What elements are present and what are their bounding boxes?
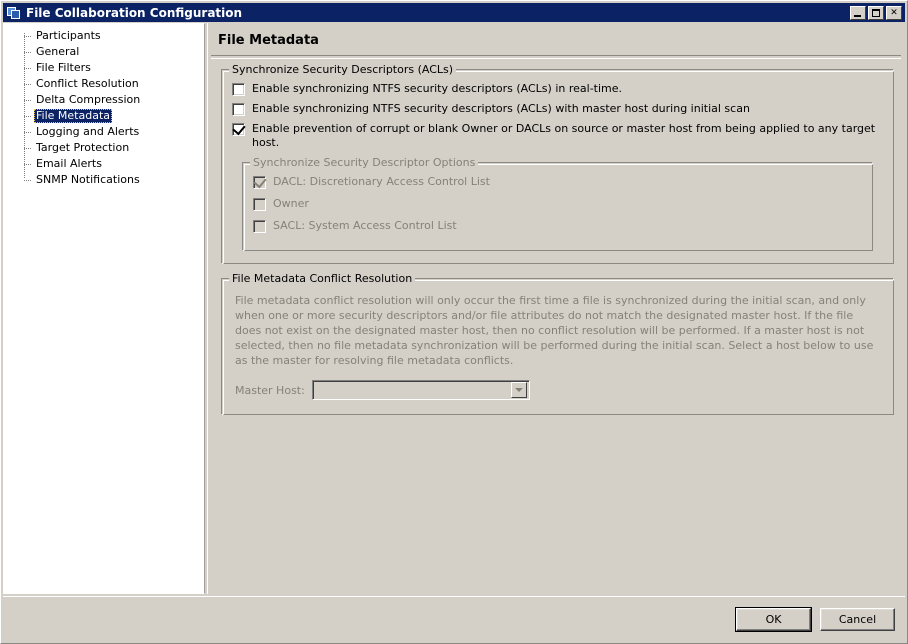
- sidebar-item-target-protection[interactable]: Target Protection: [4, 140, 204, 156]
- checkbox-owner: Owner: [253, 197, 862, 211]
- tree-branch-icon: [24, 180, 32, 181]
- master-host-select[interactable]: [311, 380, 530, 400]
- checkbox-label: Enable synchronizing NTFS security descr…: [252, 82, 623, 95]
- tree-branch-icon: [24, 148, 32, 149]
- sidebar-item-general[interactable]: General: [4, 44, 204, 60]
- acl-group: Synchronize Security Descriptors (ACLs) …: [221, 63, 894, 264]
- dialog-footer: OK Cancel: [3, 596, 905, 642]
- conflict-resolution-description: File metadata conflict resolution will o…: [235, 294, 874, 367]
- checkbox-icon-checked-disabled: [253, 174, 267, 189]
- sidebar-item-label: Delta Compression: [36, 93, 141, 106]
- checkbox-acl-realtime[interactable]: Enable synchronizing NTFS security descr…: [232, 82, 883, 96]
- minimize-button[interactable]: [850, 5, 866, 20]
- tree-branch-icon: [24, 132, 32, 133]
- ok-button[interactable]: OK: [735, 607, 812, 632]
- checkbox-prevent-corrupt-acl[interactable]: Enable prevention of corrupt or blank Ow…: [232, 121, 883, 150]
- close-icon: ✕: [890, 7, 898, 18]
- sidebar-item-label: Participants: [36, 29, 101, 42]
- tree-branch-icon: [24, 68, 32, 69]
- dialog-window: File Collaboration Configuration ✕ Parti…: [0, 0, 908, 644]
- sidebar-item-label: File Metadata: [34, 109, 112, 123]
- sidebar-item-snmp-notifications[interactable]: SNMP Notifications: [4, 172, 204, 188]
- window-controls: ✕: [850, 5, 905, 20]
- checkbox-label: SACL: System Access Control List: [273, 219, 457, 232]
- sidebar-item-label: Email Alerts: [36, 157, 102, 170]
- tree-branch-icon: [24, 52, 32, 53]
- sidebar-item-conflict-resolution[interactable]: Conflict Resolution: [4, 76, 204, 92]
- security-descriptor-options-group: Synchronize Security Descriptor Options …: [242, 156, 873, 251]
- sidebar-item-label: Target Protection: [36, 141, 130, 154]
- sidebar-item-label: SNMP Notifications: [36, 173, 140, 186]
- footer-buttons: OK Cancel: [735, 607, 895, 632]
- checkbox-icon[interactable]: [232, 83, 245, 96]
- checkbox-sacl: SACL: System Access Control List: [253, 219, 862, 233]
- title-bar: File Collaboration Configuration ✕: [3, 3, 905, 22]
- app-layers-icon: [6, 5, 22, 21]
- checkbox-icon[interactable]: [232, 103, 245, 116]
- tree-branch-icon: [24, 84, 32, 85]
- tree-branch-icon: [24, 164, 32, 165]
- dialog-body: Participants General File Filters Confli…: [3, 23, 905, 595]
- sidebar-item-email-alerts[interactable]: Email Alerts: [4, 156, 204, 172]
- master-host-row: Master Host:: [235, 380, 883, 400]
- sidebar-item-delta-compression[interactable]: Delta Compression: [4, 92, 204, 108]
- settings-tree: Participants General File Filters Confli…: [4, 24, 204, 188]
- title-divider: [211, 55, 901, 59]
- page-title: File Metadata: [218, 33, 319, 48]
- sidebar-item-label: Logging and Alerts: [36, 125, 140, 138]
- checkbox-icon-checked[interactable]: [232, 121, 246, 136]
- sidebar-item-file-metadata[interactable]: File Metadata: [4, 108, 204, 124]
- checkbox-label: DACL: Discretionary Access Control List: [273, 175, 490, 188]
- master-host-label: Master Host:: [235, 383, 305, 397]
- checkbox-label: Enable synchronizing NTFS security descr…: [252, 102, 750, 115]
- checkbox-label: Enable prevention of corrupt or blank Ow…: [252, 122, 876, 149]
- sidebar-item-logging-and-alerts[interactable]: Logging and Alerts: [4, 124, 204, 140]
- sidebar-item-participants[interactable]: Participants: [4, 28, 204, 44]
- checkbox-icon-disabled: [253, 198, 266, 211]
- settings-tree-panel: Participants General File Filters Confli…: [3, 23, 205, 594]
- checkbox-label: Owner: [273, 197, 309, 210]
- sidebar-item-file-filters[interactable]: File Filters: [4, 60, 204, 76]
- settings-content-panel: File Metadata Synchronize Security Descr…: [207, 23, 905, 594]
- tree-branch-icon: [24, 116, 32, 117]
- sidebar-item-label: General: [36, 45, 80, 58]
- sidebar-item-label: File Filters: [36, 61, 91, 74]
- window-title: File Collaboration Configuration: [26, 5, 243, 20]
- tree-branch-icon: [24, 36, 32, 37]
- chevron-down-icon[interactable]: [510, 382, 527, 398]
- cancel-button[interactable]: Cancel: [820, 608, 895, 631]
- checkbox-acl-initial-scan[interactable]: Enable synchronizing NTFS security descr…: [232, 102, 883, 116]
- tree-branch-icon: [24, 100, 32, 101]
- maximize-button[interactable]: [868, 5, 884, 20]
- file-metadata-conflict-resolution-group: File Metadata Conflict Resolution File m…: [221, 272, 894, 415]
- close-button[interactable]: ✕: [886, 5, 902, 20]
- sidebar-item-label: Conflict Resolution: [36, 77, 139, 90]
- checkbox-dacl: DACL: Discretionary Access Control List: [253, 174, 862, 189]
- checkbox-icon-disabled: [253, 220, 266, 233]
